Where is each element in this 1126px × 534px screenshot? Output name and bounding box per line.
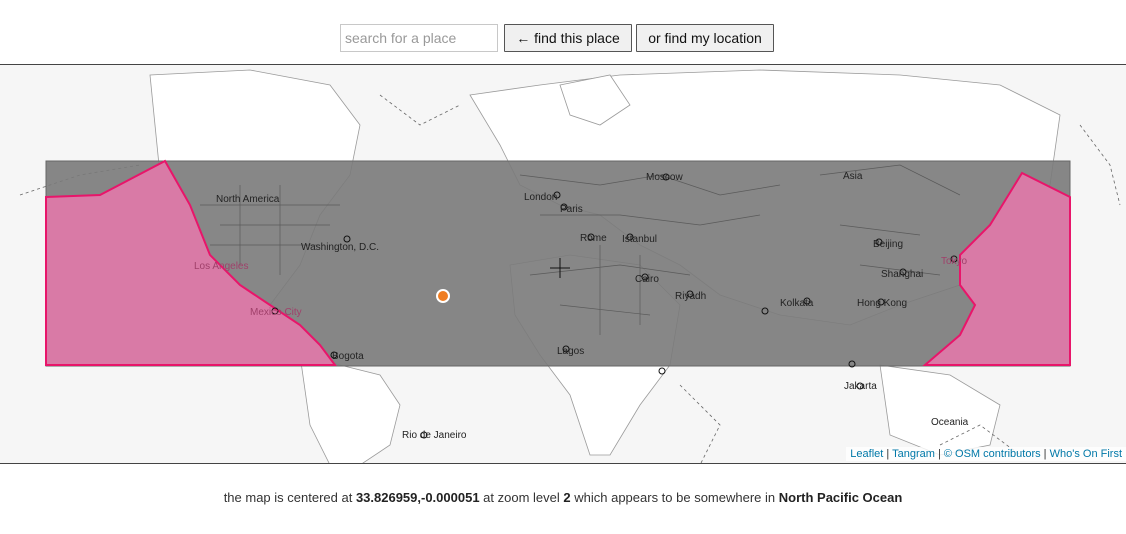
status-suffix: which appears to be somewhere in bbox=[570, 490, 779, 505]
status-place: North Pacific Ocean bbox=[778, 490, 903, 505]
tangram-link[interactable]: Tangram bbox=[892, 448, 935, 460]
label-paris: Paris bbox=[560, 204, 583, 215]
wof-link[interactable]: Who's On First bbox=[1050, 448, 1122, 460]
attribution-separator: | bbox=[934, 448, 944, 460]
attribution-separator: | bbox=[1040, 448, 1050, 460]
label-mexico-city: Mexico City bbox=[250, 307, 302, 318]
find-place-button[interactable]: ← find this place bbox=[504, 24, 632, 52]
label-lagos: Lagos bbox=[557, 346, 585, 357]
leaflet-link[interactable]: Leaflet bbox=[850, 448, 883, 460]
status-coords: 33.826959,-0.000051 bbox=[355, 490, 480, 505]
search-toolbar: ← find this place or find my location bbox=[0, 24, 1126, 52]
search-input[interactable] bbox=[340, 24, 498, 52]
label-jakarta: Jakarta bbox=[844, 381, 877, 392]
location-marker bbox=[436, 289, 450, 303]
label-washington: Washington, D.C. bbox=[301, 242, 379, 253]
label-moscow: Moscow bbox=[646, 172, 683, 183]
map[interactable]: North America Washington, D.C. Los Angel… bbox=[0, 64, 1126, 464]
label-hong-kong: Hong Kong bbox=[857, 298, 908, 309]
label-shanghai: Shanghai bbox=[881, 269, 924, 280]
attribution-separator: | bbox=[883, 448, 893, 460]
label-rio: Rio de Janeiro bbox=[402, 430, 467, 441]
osm-link[interactable]: © OSM contributors bbox=[944, 448, 1041, 460]
map-attribution: Leaflet | Tangram | © OSM contributors |… bbox=[846, 447, 1126, 461]
find-my-location-button[interactable]: or find my location bbox=[636, 24, 774, 52]
label-london: London bbox=[524, 192, 558, 203]
label-asia: Asia bbox=[843, 171, 863, 182]
label-kolkata: Kolkata bbox=[780, 298, 814, 309]
status-zoom: 2 bbox=[563, 490, 571, 505]
label-cairo: Cairo bbox=[635, 274, 659, 285]
status-prefix: the map is centered at bbox=[223, 490, 356, 505]
label-riyadh: Riyadh bbox=[675, 291, 707, 302]
label-los-angeles: Los Angeles bbox=[194, 261, 249, 272]
label-istanbul: Istanbul bbox=[622, 234, 658, 245]
label-rome: Rome bbox=[580, 233, 607, 244]
label-bogota: Bogota bbox=[332, 351, 364, 362]
label-north-america: North America bbox=[216, 194, 280, 205]
status-line: the map is centered at 33.826959,-0.0000… bbox=[0, 490, 1126, 505]
label-tokyo: Tokyo bbox=[941, 256, 968, 267]
label-beijing: Beijing bbox=[873, 239, 904, 250]
status-zoom-text: at zoom level bbox=[479, 490, 564, 505]
label-oceania: Oceania bbox=[931, 417, 969, 428]
